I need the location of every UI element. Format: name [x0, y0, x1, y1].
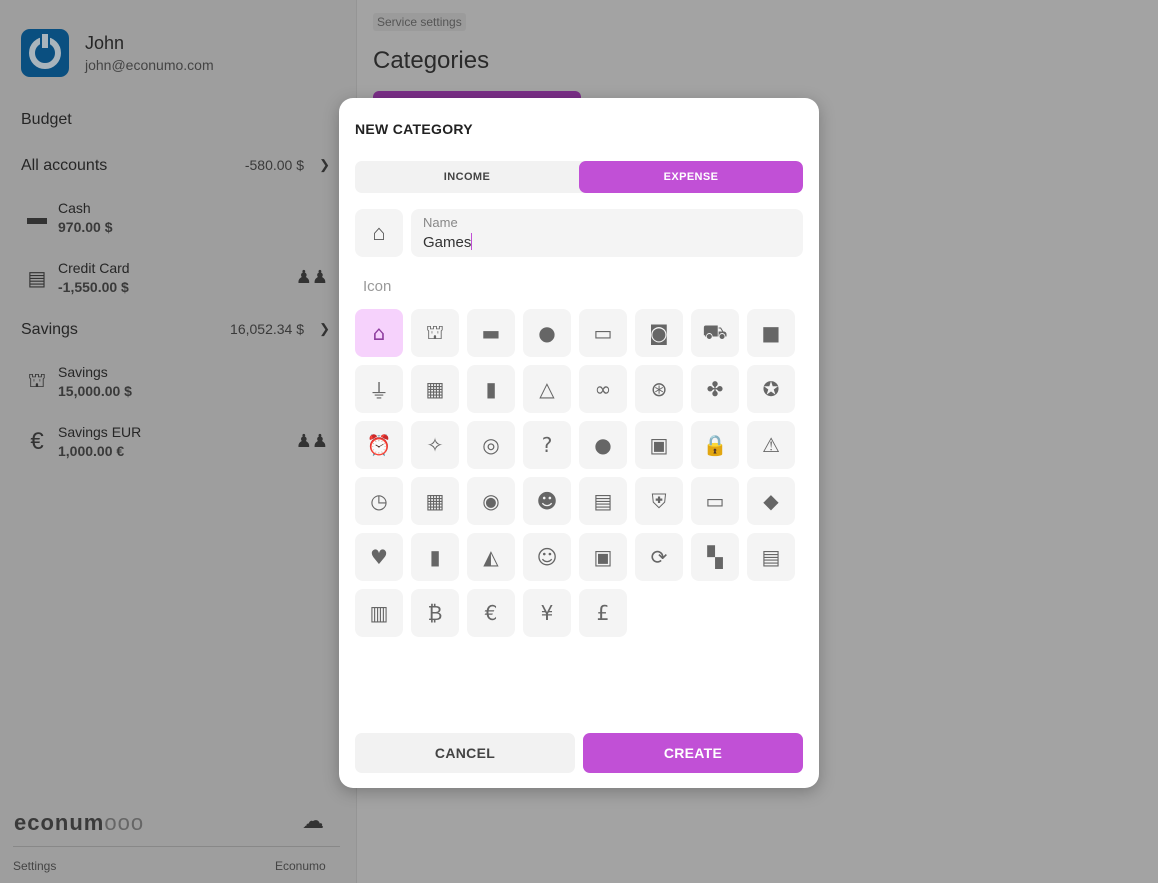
savings-icon[interactable]: ● — [523, 309, 571, 357]
tab-expense[interactable]: EXPENSE — [579, 161, 803, 193]
currency-yen-icon[interactable]: ¥ — [523, 589, 571, 637]
user-email: john@econumo.com — [85, 57, 214, 73]
shopping-basket-icon[interactable]: ⏚ — [355, 365, 403, 413]
dialog-title: NEW CATEGORY — [355, 121, 473, 137]
euro-icon: € — [30, 428, 44, 455]
calendar-month-icon[interactable]: ▦ — [411, 477, 459, 525]
question-mark-icon[interactable]: ? — [523, 421, 571, 469]
badge-icon[interactable]: ▤ — [579, 477, 627, 525]
account-balance-icon[interactable]: ⛫ — [411, 309, 459, 357]
econumo-link[interactable]: Econumo — [275, 859, 326, 873]
lightbulb-icon[interactable]: ● — [579, 421, 627, 469]
currency-pound-icon[interactable]: £ — [579, 589, 627, 637]
payments-icon[interactable]: ▣ — [579, 533, 627, 581]
divider — [13, 846, 340, 847]
event-icon[interactable]: ▣ — [635, 421, 683, 469]
currency-exchange-icon[interactable]: ⟳ — [635, 533, 683, 581]
power-icon — [29, 34, 61, 69]
avatar[interactable] — [21, 29, 69, 77]
cancel-button[interactable]: CANCEL — [355, 733, 575, 773]
change-history-icon[interactable]: △ — [523, 365, 571, 413]
account-circle-icon[interactable]: ☻ — [523, 477, 571, 525]
favorite-icon[interactable]: ♥ — [355, 533, 403, 581]
warning-icon[interactable]: ⚠ — [747, 421, 795, 469]
home-icon: ⌂ — [355, 209, 403, 257]
logo: econumooo — [14, 810, 145, 835]
delete-icon[interactable]: ▮ — [411, 533, 459, 581]
chevron-down-icon[interactable]: ❯ — [319, 321, 330, 337]
stars-icon[interactable]: ✪ — [747, 365, 795, 413]
group-savings[interactable]: Savings — [21, 321, 78, 339]
home-icon[interactable]: ⌂ — [355, 309, 403, 357]
store-icon[interactable]: ▦ — [411, 365, 459, 413]
visibility-icon[interactable]: ◉ — [467, 477, 515, 525]
user-name: John — [85, 33, 125, 53]
lock-icon[interactable]: 🔒 — [691, 421, 739, 469]
fingerprint-icon[interactable]: ◎ — [467, 421, 515, 469]
settings-link[interactable]: Settings — [13, 859, 56, 873]
create-button[interactable]: CREATE — [583, 733, 803, 773]
loyalty-icon[interactable]: ◆ — [747, 477, 795, 525]
support-icon[interactable]: ⊛ — [635, 365, 683, 413]
account-balance: 970.00 $ — [58, 219, 113, 235]
currency-bitcoin-icon[interactable]: ₿ — [411, 589, 459, 637]
group-total: 16,052.34 $ — [230, 321, 304, 337]
assistant-navigation-icon[interactable]: ◭ — [467, 533, 515, 581]
sidebar: John john@econumo.com Budget All account… — [0, 0, 357, 883]
celebration-icon[interactable]: ✧ — [411, 421, 459, 469]
account-balance: 15,000.00 $ — [58, 383, 132, 399]
alarm-icon[interactable]: ⏰ — [355, 421, 403, 469]
sidebar-item-budget[interactable]: Budget — [21, 111, 72, 129]
cloud-sync-icon[interactable]: ☁ — [302, 808, 324, 834]
credit-card-icon: ▤ — [27, 268, 47, 290]
tab-income[interactable]: INCOME — [355, 161, 579, 193]
wallet-icon: ▬ — [27, 207, 47, 229]
shopping-cart-icon[interactable]: ⛟ — [691, 309, 739, 357]
icon-label: Icon — [363, 278, 392, 295]
bar-chart-icon[interactable]: ▮ — [467, 365, 515, 413]
account-name[interactable]: Savings — [58, 364, 108, 380]
shared-users-icon: ♟♟ — [295, 267, 328, 287]
extension-icon[interactable]: ✤ — [691, 365, 739, 413]
schedule-icon[interactable]: ◷ — [355, 477, 403, 525]
chevron-down-icon[interactable]: ❯ — [319, 157, 330, 173]
page-title: Categories — [373, 47, 490, 74]
group-total: -580.00 $ — [244, 157, 304, 173]
account-balance: -1,550.00 $ — [58, 279, 129, 295]
credit-card-icon[interactable]: ▭ — [579, 309, 627, 357]
name-field[interactable]: Name Games — [411, 209, 803, 257]
euro-icon[interactable]: € — [467, 589, 515, 637]
redeem-icon[interactable]: ▥ — [355, 589, 403, 637]
credit-score-icon[interactable]: ▭ — [691, 477, 739, 525]
account-balance-wallet-icon[interactable]: ◙ — [635, 309, 683, 357]
account-name[interactable]: Credit Card — [58, 260, 130, 276]
type-toggle: INCOME EXPENSE — [355, 161, 803, 193]
group-all-accounts[interactable]: All accounts — [21, 157, 107, 175]
qr-code-icon[interactable]: ▚ — [691, 533, 739, 581]
account-name[interactable]: Cash — [58, 200, 91, 216]
name-label: Name — [423, 215, 458, 230]
wallet-icon[interactable]: ▬ — [467, 309, 515, 357]
name-input[interactable]: Games — [423, 234, 471, 251]
face-icon[interactable]: ☺ — [523, 533, 571, 581]
breadcrumb[interactable]: Service settings — [373, 13, 466, 31]
shared-users-icon: ♟♟ — [295, 431, 328, 451]
all-inclusive-icon[interactable]: ∞ — [579, 365, 627, 413]
health-and-safety-icon[interactable]: ⛨ — [635, 477, 683, 525]
shopping-bag-icon[interactable]: ■ — [747, 309, 795, 357]
bank-icon: ⛫ — [27, 370, 47, 392]
icon-grid: ⌂ ⛫ ▬ ● ▭ ◙ ⛟ ■ ⏚ ▦ ▮ △ ∞ ⊛ ✤ ✪ ⏰ ✧ ◎? ● ▣ 🔒 ⚠ ◷ ▦ ◉ ☻ ▤ ⛨ ▭ ◆ ♥ ▮ ◭ ☺ ▣ ⟳ ▚ ▤… — [355, 309, 795, 637]
account-balance: 1,000.00 € — [58, 443, 125, 459]
account-name[interactable]: Savings EUR — [58, 424, 141, 440]
receipt-icon[interactable]: ▤ — [747, 533, 795, 581]
new-category-dialog: NEW CATEGORY INCOME EXPENSE ⌂ Name Games… — [339, 98, 819, 788]
